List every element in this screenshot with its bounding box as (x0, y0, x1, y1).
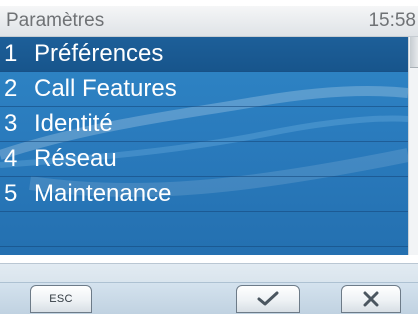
menu-item-label: Réseau (34, 145, 117, 172)
menu-item-label: Maintenance (34, 180, 172, 207)
menu-item-preferences[interactable]: 1 Préférences (0, 37, 408, 72)
menu-item-label: Préférences (34, 40, 164, 67)
settings-menu: 1 Préférences 2 Call Features 3 Identité… (0, 37, 408, 255)
menu-item-label: Identité (34, 110, 113, 137)
menu-item-network[interactable]: 4 Réseau (0, 142, 408, 177)
menu-item-number: 3 (4, 110, 18, 137)
scrollbar-thumb[interactable] (410, 37, 418, 68)
menu-item-call-features[interactable]: 2 Call Features (0, 72, 408, 107)
checkmark-icon (257, 291, 279, 306)
screen-title: Paramètres (6, 10, 105, 31)
menu-item-number: 1 (4, 40, 18, 67)
menu-item-label: Call Features (34, 75, 177, 102)
scrollbar[interactable] (408, 37, 418, 255)
close-icon (363, 291, 379, 307)
title-bar: Paramètres 15:58 (0, 6, 418, 37)
menu-item-identity[interactable]: 3 Identité (0, 107, 408, 142)
softkey-bar: ESC (0, 263, 418, 314)
esc-softkey[interactable]: ESC (30, 285, 92, 313)
phone-display: Paramètres 15:58 1 Préférences 2 Call Fe… (0, 0, 418, 314)
menu-item-maintenance[interactable]: 5 Maintenance (0, 177, 408, 212)
ok-softkey[interactable] (236, 285, 300, 313)
menu-item-number: 2 (4, 75, 18, 102)
empty-row (0, 212, 408, 247)
menu-item-number: 5 (4, 180, 18, 207)
settings-screen: Paramètres 15:58 1 Préférences 2 Call Fe… (0, 0, 418, 314)
menu-item-number: 4 (4, 145, 18, 172)
esc-label: ESC (49, 293, 73, 305)
cancel-softkey[interactable] (341, 285, 401, 313)
clock: 15:58 (368, 10, 416, 31)
